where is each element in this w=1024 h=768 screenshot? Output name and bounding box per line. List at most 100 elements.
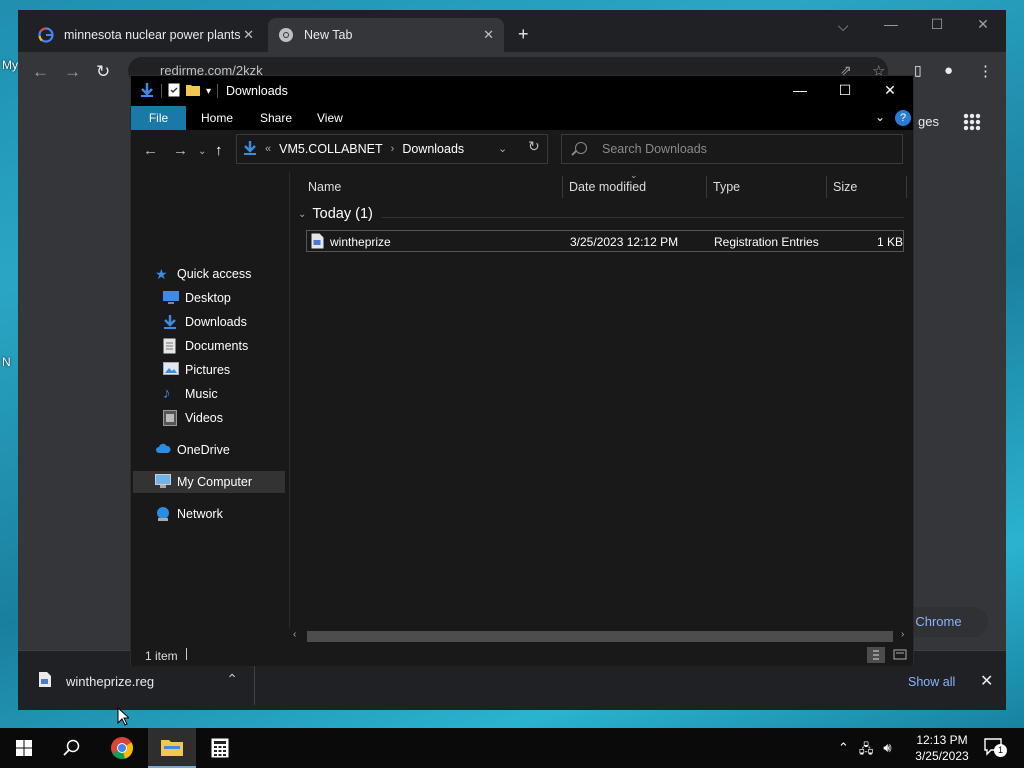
refresh-icon[interactable]: ↻ xyxy=(528,138,540,155)
taskbar-calculator[interactable] xyxy=(196,728,244,768)
properties-check-icon[interactable] xyxy=(168,83,180,100)
action-center-button[interactable]: 1 xyxy=(984,738,1007,759)
forward-arrow-icon[interactable]: → xyxy=(64,62,81,82)
group-collapse-chevron-icon[interactable]: ⌄ xyxy=(298,209,306,220)
column-header-name[interactable]: Name xyxy=(308,180,341,194)
chrome-minimize-icon[interactable]: — xyxy=(868,16,914,32)
nav-downloads[interactable]: Downloads 📌︎ xyxy=(163,311,311,333)
column-header-date-modified[interactable]: Date modified xyxy=(569,180,646,194)
search-icon xyxy=(63,739,80,756)
side-panel-icon[interactable]: ▯ xyxy=(914,62,922,79)
profile-icon[interactable]: ● xyxy=(944,62,953,79)
tab-title: minnesota nuclear power plants xyxy=(64,28,241,42)
reload-icon[interactable]: ↻ xyxy=(96,62,110,82)
item-count: 1 item xyxy=(145,649,178,663)
desktop-icon-label-my[interactable]: My xyxy=(2,58,18,72)
column-divider[interactable] xyxy=(906,176,907,198)
search-icon xyxy=(575,142,587,154)
volume-icon[interactable]: 🔊︎ xyxy=(883,740,891,762)
taskbar-clock[interactable]: 12:13 PM 3/25/2023 xyxy=(910,732,974,764)
column-divider[interactable] xyxy=(562,176,563,198)
column-header-size[interactable]: Size xyxy=(833,180,857,194)
ribbon-expand-chevron-icon[interactable]: ⌄ xyxy=(875,110,885,124)
qa-customize-chevron-icon[interactable]: ▾ xyxy=(206,86,211,97)
nav-onedrive[interactable]: OneDrive xyxy=(155,439,230,461)
taskbar-chrome[interactable] xyxy=(98,728,146,768)
explorer-minimize-icon[interactable]: — xyxy=(777,82,823,98)
navigation-pane: ★ Quick access Desktop 📌︎ Downloads 📌︎ D… xyxy=(131,172,311,642)
group-header-today[interactable]: ⌄ Today (1) xyxy=(298,206,373,222)
large-icons-view-icon[interactable] xyxy=(891,647,909,663)
kebab-menu-icon[interactable]: ⋮ xyxy=(978,62,993,80)
tab-minnesota-search[interactable]: minnesota nuclear power plants ✕ xyxy=(28,18,264,52)
chevron-up-icon[interactable]: ⌃ xyxy=(226,671,238,688)
column-header-type[interactable]: Type xyxy=(713,180,740,194)
new-folder-icon[interactable] xyxy=(186,83,200,99)
documents-icon xyxy=(163,338,179,354)
tab-file[interactable]: File xyxy=(131,106,186,130)
search-downloads-input[interactable]: Search Downloads xyxy=(561,134,903,164)
tab-new-tab[interactable]: New Tab ✕ xyxy=(268,18,504,52)
column-divider[interactable] xyxy=(826,176,827,198)
videos-icon xyxy=(163,410,179,426)
desktop-icon-label-n[interactable]: N xyxy=(2,355,11,369)
downloads-location-icon xyxy=(243,140,257,159)
nav-quick-access[interactable]: ★ Quick access xyxy=(155,263,251,285)
star-icon: ★ xyxy=(155,266,168,282)
tab-close-icon[interactable]: ✕ xyxy=(483,27,494,43)
explorer-maximize-icon[interactable]: ☐ xyxy=(822,82,868,99)
scroll-right-icon[interactable]: › xyxy=(901,629,904,640)
chrome-maximize-icon[interactable]: ☐ xyxy=(914,16,960,33)
nav-my-computer[interactable]: My Computer xyxy=(133,471,285,493)
scroll-left-icon[interactable]: ‹ xyxy=(293,629,296,640)
nav-network[interactable]: Network xyxy=(155,503,223,525)
status-cursor xyxy=(186,648,187,660)
tab-home[interactable]: Home xyxy=(189,106,245,130)
address-dropdown-icon[interactable]: ⌄ xyxy=(498,142,507,155)
clock-time: 12:13 PM xyxy=(916,733,968,747)
show-hidden-icons-chevron-icon[interactable]: ⌃ xyxy=(838,740,849,762)
google-apps-icon[interactable] xyxy=(963,113,981,131)
tab-close-icon[interactable]: ✕ xyxy=(243,27,254,43)
images-link[interactable]: ges xyxy=(918,114,939,129)
taskbar-search-button[interactable] xyxy=(48,728,96,768)
explorer-close-icon[interactable]: ✕ xyxy=(867,82,913,99)
explorer-forward-icon[interactable]: → xyxy=(173,142,188,159)
new-tab-plus-icon[interactable]: + xyxy=(518,24,529,45)
file-date: 3/25/2023 12:12 PM xyxy=(570,235,679,249)
breadcrumb-item-downloads[interactable]: Downloads xyxy=(402,142,464,156)
recent-locations-chevron-icon[interactable]: ⌄ xyxy=(198,146,206,157)
help-icon[interactable]: ? xyxy=(895,110,911,126)
nav-pictures[interactable]: Pictures 📌︎ xyxy=(163,359,311,381)
nav-documents[interactable]: Documents 📌︎ xyxy=(163,335,311,357)
breadcrumb-chevron-icon[interactable]: › xyxy=(391,143,395,155)
scrollbar-thumb[interactable] xyxy=(307,631,893,642)
shelf-close-icon[interactable]: ✕ xyxy=(980,671,993,691)
breadcrumb-overflow-icon[interactable]: « xyxy=(265,143,271,155)
chrome-close-icon[interactable]: ✕ xyxy=(960,16,1006,33)
taskbar-file-explorer[interactable] xyxy=(148,728,196,768)
up-arrow-icon[interactable]: ↑ xyxy=(215,142,223,159)
table-row[interactable]: wintheprize 3/25/2023 12:12 PM Registrat… xyxy=(306,230,904,252)
folder-icon xyxy=(161,740,183,756)
tab-search-chevron-icon[interactable]: ⌵ xyxy=(820,18,866,35)
quick-access-toolbar: ▾ xyxy=(139,82,219,101)
reg-file-icon xyxy=(311,233,324,252)
tab-view[interactable]: View xyxy=(305,106,355,130)
cloud-icon xyxy=(155,442,171,458)
horizontal-scrollbar[interactable]: ‹ › xyxy=(289,628,913,644)
network-tray-icon[interactable]: 🖧︎ xyxy=(859,740,874,762)
breadcrumb-item-vm5[interactable]: VM5.COLLABNET xyxy=(279,142,383,156)
nav-music[interactable]: ♪ Music xyxy=(163,383,218,405)
nav-videos[interactable]: Videos xyxy=(163,407,223,429)
nav-label: Downloads xyxy=(185,315,247,329)
back-arrow-icon[interactable]: ← xyxy=(32,62,49,82)
calculator-icon xyxy=(211,738,229,758)
explorer-back-icon[interactable]: ← xyxy=(143,142,158,159)
details-view-icon[interactable] xyxy=(867,647,885,663)
show-all-button[interactable]: Show all xyxy=(908,675,955,689)
start-button[interactable] xyxy=(0,728,48,768)
column-divider[interactable] xyxy=(706,176,707,198)
nav-desktop[interactable]: Desktop 📌︎ xyxy=(163,287,311,309)
tab-share[interactable]: Share xyxy=(248,106,304,130)
